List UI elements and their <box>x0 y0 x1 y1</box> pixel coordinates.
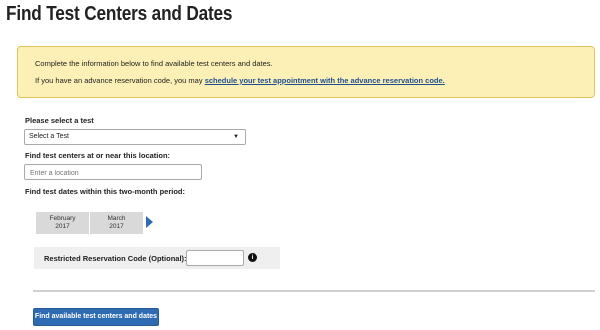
test-select-dropdown[interactable]: Select a Test ▼ <box>24 129 246 145</box>
info-notice: Complete the information below to find a… <box>17 46 595 98</box>
month-year: 2017 <box>109 223 124 230</box>
notice-reservation-prefix: If you have an advance reservation code,… <box>35 76 205 85</box>
month-year: 2017 <box>55 223 70 230</box>
location-input[interactable] <box>24 164 202 180</box>
dates-label: Find test dates within this two-month pe… <box>25 187 185 196</box>
chevron-down-icon: ▼ <box>233 134 239 140</box>
reservation-code-input[interactable] <box>186 250 244 266</box>
month-name: February <box>49 215 76 222</box>
month-name: March <box>107 215 126 222</box>
reservation-code-label: Restricted Reservation Code (Optional): <box>44 254 187 263</box>
location-label: Find test centers at or near this locati… <box>25 151 171 160</box>
notice-text: Complete the information below to find a… <box>35 59 273 68</box>
reservation-code-panel: Restricted Reservation Code (Optional): … <box>34 247 280 269</box>
notice-reservation-text: If you have an advance reservation code,… <box>35 76 445 85</box>
divider <box>33 290 595 292</box>
month-option-february[interactable]: February 2017 <box>36 212 90 234</box>
page-title: Find Test Centers and Dates <box>6 3 233 25</box>
info-icon[interactable]: i <box>248 253 257 262</box>
month-option-march[interactable]: March 2017 <box>90 212 144 234</box>
advance-reservation-link[interactable]: schedule your test appointment with the … <box>205 76 445 85</box>
month-selector: February 2017 March 2017 <box>36 212 144 234</box>
find-test-centers-button[interactable]: Find available test centers and dates <box>33 308 159 326</box>
next-month-arrow-icon[interactable] <box>146 216 153 228</box>
test-select-label: Please select a test <box>25 116 94 125</box>
test-select-value: Select a Test <box>29 133 69 140</box>
